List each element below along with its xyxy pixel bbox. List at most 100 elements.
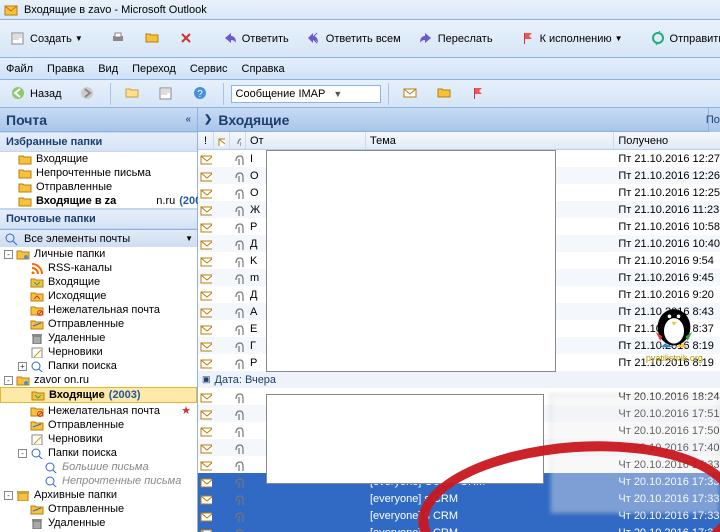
print-button[interactable] xyxy=(104,28,134,50)
attach-icon xyxy=(230,510,246,522)
folder-icon xyxy=(18,195,32,207)
col-icon[interactable] xyxy=(214,132,230,149)
menu-view[interactable]: Вид xyxy=(98,63,118,75)
expand-toggle[interactable]: - xyxy=(18,449,27,458)
followup-button[interactable]: К исполнению▼ xyxy=(514,28,630,50)
nav-icon-2[interactable] xyxy=(152,83,182,105)
view-combo[interactable]: Сообщение IMАР ▼ xyxy=(231,85,381,103)
expand-toggle[interactable]: - xyxy=(4,250,13,259)
mail-icon xyxy=(198,425,214,437)
attach-icon xyxy=(230,204,246,216)
favorites-header[interactable]: Избранные папки xyxy=(0,132,197,152)
expand-toggle[interactable]: + xyxy=(18,362,27,371)
mail-icon xyxy=(198,170,214,182)
attach-icon xyxy=(230,340,246,352)
tree-node[interactable]: Отправленные xyxy=(0,418,197,432)
favorite-item[interactable]: Непрочтенные письма xyxy=(0,166,197,180)
collapse-icon[interactable]: « xyxy=(185,114,191,125)
print-icon xyxy=(111,31,127,47)
folder-icon xyxy=(30,346,44,358)
expand-toggle[interactable]: - xyxy=(4,376,13,385)
reply-label: Ответить xyxy=(242,33,289,45)
mail-icon xyxy=(198,340,214,352)
search-folder-icon xyxy=(4,232,18,246)
forward-nav-icon xyxy=(80,86,96,102)
reply-all-button[interactable]: Ответить всем xyxy=(300,28,408,50)
mail-icon xyxy=(198,323,214,335)
delete-button[interactable] xyxy=(172,28,202,50)
expand-toggle[interactable]: - xyxy=(4,491,13,500)
tree-node[interactable]: RSS-каналы xyxy=(0,261,197,275)
tree-node[interactable]: Нежелательная почта★ xyxy=(0,403,197,418)
nav-icon-4[interactable] xyxy=(396,83,426,105)
tree-node[interactable]: -zavor on.ru xyxy=(0,373,197,387)
back-icon xyxy=(11,86,27,102)
col-from[interactable]: От xyxy=(246,132,366,149)
tree-node[interactable]: Непрочтенные письма xyxy=(0,474,197,488)
menu-help[interactable]: Справка xyxy=(242,63,285,75)
folder-icon xyxy=(16,374,30,386)
mail-icon xyxy=(198,221,214,233)
tree-node[interactable]: Удаленные xyxy=(0,331,197,345)
tree-node[interactable]: Входящие(2003) xyxy=(0,387,197,403)
overlay-popup-1 xyxy=(266,150,556,372)
folder-icon xyxy=(30,447,44,459)
attach-icon xyxy=(230,255,246,267)
chevron-right-icon[interactable]: ❯ xyxy=(204,114,212,125)
menu-edit[interactable]: Правка xyxy=(47,63,84,75)
move-button[interactable] xyxy=(138,28,168,50)
col-received[interactable]: Получено xyxy=(614,132,720,149)
reading-pane-toggle[interactable]: Пои xyxy=(708,108,720,132)
nav-icon-5[interactable] xyxy=(430,83,460,105)
tree-node[interactable]: Черновики xyxy=(0,345,197,359)
tree-node[interactable]: Отправленные xyxy=(0,502,197,516)
favorite-item[interactable]: Входящие в zan.ru(2003) xyxy=(0,194,197,208)
mail-icon xyxy=(198,204,214,216)
favorite-item[interactable]: Входящие xyxy=(0,152,197,166)
send-receive-button[interactable]: Отправить и получить▼ xyxy=(644,28,720,50)
menu-goto[interactable]: Переход xyxy=(132,63,176,75)
favorite-item[interactable]: Отправленные xyxy=(0,180,197,194)
col-subject[interactable]: Тема xyxy=(366,132,614,149)
mail-folders-header[interactable]: Почтовые папки xyxy=(0,209,197,229)
tree-node[interactable]: Отправленные xyxy=(0,317,197,331)
nav-icon-1[interactable] xyxy=(118,83,148,105)
tree-node[interactable]: Исходящие xyxy=(0,289,197,303)
column-headers: ! От Тема Получено xyxy=(198,132,720,150)
tree-node[interactable]: Черновики xyxy=(0,432,197,446)
col-importance[interactable]: ! xyxy=(198,132,214,149)
tree-node[interactable]: +Папки поиска xyxy=(0,359,197,373)
new-button[interactable]: Создать ▼ xyxy=(4,28,90,50)
forward-button[interactable]: Переслать xyxy=(412,28,500,50)
reply-button[interactable]: Ответить xyxy=(216,28,296,50)
mail-icon xyxy=(198,527,214,532)
tree-node[interactable]: -Папки поиска xyxy=(0,446,197,460)
attach-icon xyxy=(230,306,246,318)
tree-node[interactable]: -Архивные папки xyxy=(0,488,197,502)
menu-file[interactable]: Файл xyxy=(6,63,33,75)
tree-node[interactable]: Нежелательная почта xyxy=(0,303,197,317)
new-label: Создать xyxy=(30,33,72,45)
group-header[interactable]: ▣Дата: Вчера xyxy=(198,371,720,388)
attach-icon xyxy=(230,170,246,182)
nav-toolbar: Назад Сообщение IMАР ▼ xyxy=(0,80,720,108)
folder-icon xyxy=(30,433,44,445)
tree-node[interactable]: -Личные папки xyxy=(0,247,197,261)
mail-icon xyxy=(198,306,214,318)
nav-icon-3[interactable] xyxy=(186,83,216,105)
tree-node[interactable]: Удаленные xyxy=(0,516,197,530)
forward-nav-button[interactable] xyxy=(73,83,103,105)
folder-icon xyxy=(30,332,44,344)
followup-label: К исполнению xyxy=(540,33,612,45)
nav-icon-6[interactable] xyxy=(464,83,494,105)
tree-node[interactable]: Большие письма xyxy=(0,460,197,474)
menu-tools[interactable]: Сервис xyxy=(190,63,228,75)
folder-icon xyxy=(30,276,44,288)
back-button[interactable]: Назад xyxy=(4,83,69,105)
col-attach[interactable] xyxy=(230,132,246,149)
attach-icon xyxy=(230,527,246,532)
all-items-bar[interactable]: Все элементы почты ▼ xyxy=(0,229,197,247)
nav-pane: Почта « Избранные папки ВходящиеНепрочте… xyxy=(0,108,198,532)
tree-node[interactable]: Входящие xyxy=(0,275,197,289)
list-title: Входящие xyxy=(218,112,289,128)
